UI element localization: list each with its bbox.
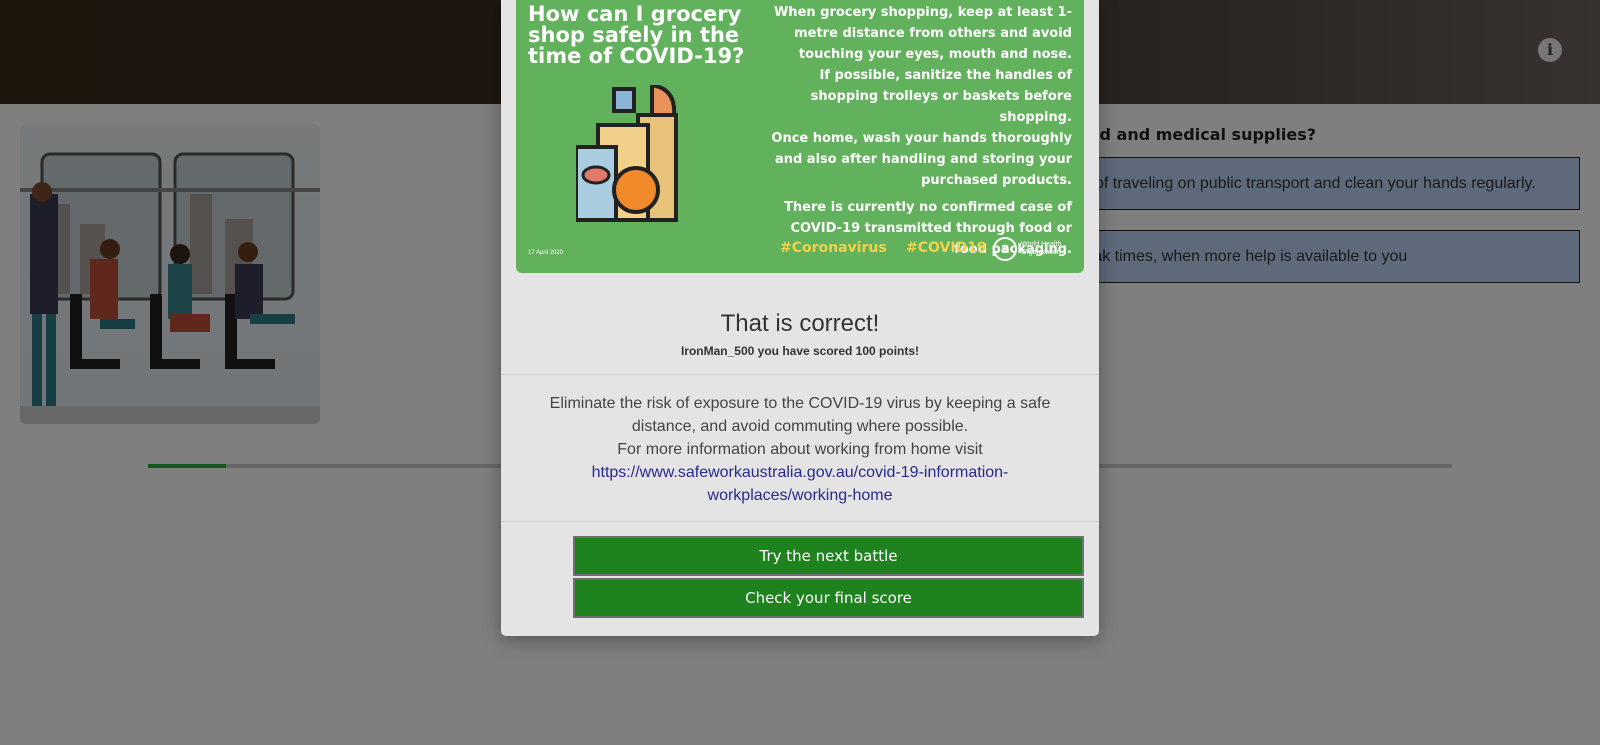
poster-advice: When grocery shopping, keep at least 1-m… <box>762 2 1072 260</box>
grocery-bag-icon <box>576 85 678 222</box>
explanation-text: Eliminate the risk of exposure to the CO… <box>549 395 1051 435</box>
result-title: That is correct! <box>720 310 880 337</box>
poster-advice-3: Once home, wash your hands thoroughly an… <box>771 131 1072 188</box>
divider <box>501 374 1099 375</box>
poster-title: How can I grocery shop safely in the tim… <box>528 2 745 68</box>
final-score-button[interactable]: Check your final score <box>573 578 1084 618</box>
result-modal: How can I grocery shop safely in the tim… <box>501 0 1099 636</box>
who-logo: ☤ World Health Organization <box>993 237 1071 261</box>
poster-advice-2: If possible, sanitize the handles of sho… <box>810 68 1072 125</box>
hashtag-covid19: #COVID19 <box>906 240 987 256</box>
more-info-text: For more information about working from … <box>617 441 983 458</box>
explanation: Eliminate the risk of exposure to the CO… <box>526 392 1074 507</box>
poster-advice-1: When grocery shopping, keep at least 1-m… <box>773 5 1072 62</box>
score-message: IronMan_500 you have scored 100 points! <box>680 344 920 358</box>
next-battle-button[interactable]: Try the next battle <box>573 536 1084 576</box>
who-logo-text: World Health Organization <box>1021 241 1062 256</box>
divider <box>501 521 1099 522</box>
who-emblem-icon: ☤ <box>993 237 1017 261</box>
safework-link[interactable]: https://www.safeworkaustralia.gov.au/cov… <box>592 464 1009 504</box>
poster-date: 17 April 2020 <box>528 250 564 256</box>
who-grocery-poster: How can I grocery shop safely in the tim… <box>516 0 1084 273</box>
hashtag-coronavirus: #Coronavirus <box>780 240 887 256</box>
